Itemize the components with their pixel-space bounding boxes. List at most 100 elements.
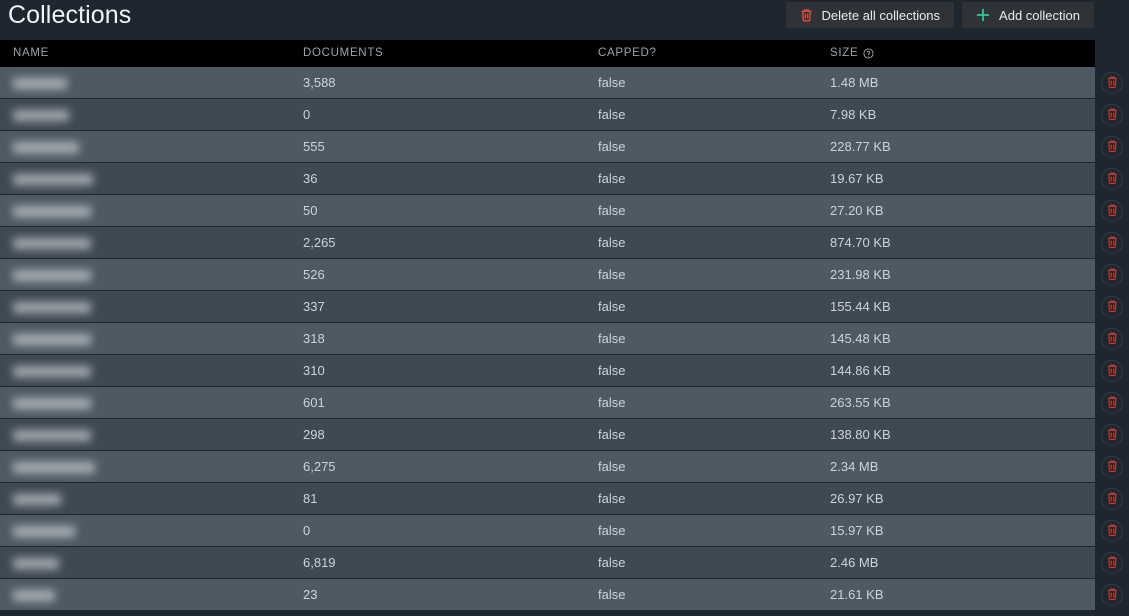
cell-documents: 298 [303, 427, 325, 442]
cell-name[interactable] [0, 419, 105, 450]
row-actions [1095, 323, 1129, 355]
delete-all-collections-button[interactable]: Delete all collections [785, 2, 955, 28]
delete-all-collections-label: Delete all collections [821, 7, 941, 23]
table-body: 3,588 false 1.48 MB 0 false 7.98 KB 555 false 22… [0, 67, 1129, 611]
table-row[interactable]: 6,819 false 2.46 MB [0, 547, 1123, 579]
cell-size: 26.97 KB [830, 491, 884, 506]
cell-documents: 318 [303, 331, 325, 346]
cell-name[interactable] [0, 579, 105, 610]
table-row[interactable]: 6,275 false 2.34 MB [0, 451, 1123, 483]
table-row[interactable]: 23 false 21.61 KB [0, 579, 1123, 611]
row-actions [1095, 195, 1129, 227]
delete-collection-button[interactable] [1101, 456, 1123, 478]
delete-collection-button[interactable] [1101, 424, 1123, 446]
add-collection-button[interactable]: Add collection [962, 2, 1094, 28]
trash-icon [1106, 427, 1119, 444]
row-actions [1095, 387, 1129, 419]
table-header-row: NAME DOCUMENTS CAPPED? SIZE [0, 40, 1095, 67]
cell-name[interactable] [0, 99, 105, 130]
column-header-size[interactable]: SIZE [830, 40, 874, 67]
cell-name[interactable] [0, 355, 105, 386]
table-row[interactable]: 0 false 15.97 KB [0, 515, 1123, 547]
table-row[interactable]: 310 false 144.86 KB [0, 355, 1123, 387]
delete-collection-button[interactable] [1101, 584, 1123, 606]
row-actions [1095, 547, 1129, 579]
cell-capped: false [598, 171, 626, 186]
cell-name[interactable] [0, 259, 105, 290]
cell-capped: false [598, 107, 626, 122]
cell-documents: 81 [303, 491, 318, 506]
cell-name[interactable] [0, 515, 105, 546]
cell-size: 155.44 KB [830, 299, 891, 314]
cell-name[interactable] [0, 227, 105, 258]
cell-name[interactable] [0, 131, 105, 162]
cell-name[interactable] [0, 387, 105, 418]
cell-size: 2.46 MB [830, 555, 879, 570]
row-actions [1095, 515, 1129, 547]
cell-name[interactable] [0, 67, 105, 98]
cell-name[interactable] [0, 291, 105, 322]
cell-capped: false [598, 299, 626, 314]
trash-icon [1106, 203, 1119, 220]
cell-name[interactable] [0, 547, 105, 578]
delete-collection-button[interactable] [1101, 328, 1123, 350]
delete-collection-button[interactable] [1101, 552, 1123, 574]
table-row[interactable]: 50 false 27.20 KB [0, 195, 1123, 227]
row-actions [1095, 291, 1129, 323]
table-row[interactable]: 0 false 7.98 KB [0, 99, 1123, 131]
trash-icon [1106, 523, 1119, 540]
cell-name[interactable] [0, 195, 105, 226]
delete-collection-button[interactable] [1101, 232, 1123, 254]
table-row[interactable]: 555 false 228.77 KB [0, 131, 1123, 163]
trash-icon [1106, 75, 1119, 92]
column-header-capped[interactable]: CAPPED? [598, 40, 657, 67]
cell-size: 145.48 KB [830, 331, 891, 346]
table-row[interactable]: 318 false 145.48 KB [0, 323, 1123, 355]
column-header-documents[interactable]: DOCUMENTS [303, 40, 383, 67]
delete-collection-button[interactable] [1101, 136, 1123, 158]
delete-collection-button[interactable] [1101, 360, 1123, 382]
delete-collection-button[interactable] [1101, 488, 1123, 510]
table-row[interactable]: 298 false 138.80 KB [0, 419, 1123, 451]
cell-capped: false [598, 139, 626, 154]
cell-capped: false [598, 587, 626, 602]
row-actions [1095, 419, 1129, 451]
delete-collection-button[interactable] [1101, 200, 1123, 222]
cell-documents: 310 [303, 363, 325, 378]
delete-collection-button[interactable] [1101, 520, 1123, 542]
row-actions [1095, 483, 1129, 515]
table-row[interactable]: 81 false 26.97 KB [0, 483, 1123, 515]
table-row[interactable]: 526 false 231.98 KB [0, 259, 1123, 291]
page-title: Collections [8, 1, 132, 29]
cell-name[interactable] [0, 323, 105, 354]
table-row[interactable]: 3,588 false 1.48 MB [0, 67, 1123, 99]
cell-capped: false [598, 331, 626, 346]
toolbar-actions: Delete all collections Add collection [785, 2, 1094, 28]
help-circle-icon[interactable] [863, 48, 874, 59]
cell-size: 19.67 KB [830, 171, 884, 186]
cell-documents: 601 [303, 395, 325, 410]
cell-capped: false [598, 427, 626, 442]
delete-collection-button[interactable] [1101, 264, 1123, 286]
cell-capped: false [598, 459, 626, 474]
column-header-name[interactable]: NAME [13, 40, 49, 67]
row-actions [1095, 259, 1129, 291]
cell-name[interactable] [0, 483, 105, 514]
collections-table: NAME DOCUMENTS CAPPED? SIZE 3,588 false 1.… [0, 40, 1129, 616]
table-row[interactable]: 36 false 19.67 KB [0, 163, 1123, 195]
table-row[interactable]: 337 false 155.44 KB [0, 291, 1123, 323]
delete-collection-button[interactable] [1101, 296, 1123, 318]
cell-capped: false [598, 203, 626, 218]
cell-name[interactable] [0, 451, 105, 482]
cell-documents: 23 [303, 587, 318, 602]
delete-collection-button[interactable] [1101, 72, 1123, 94]
delete-collection-button[interactable] [1101, 104, 1123, 126]
table-row[interactable]: 601 false 263.55 KB [0, 387, 1123, 419]
trash-icon [1106, 331, 1119, 348]
table-row[interactable]: 2,265 false 874.70 KB [0, 227, 1123, 259]
add-collection-label: Add collection [999, 7, 1080, 23]
delete-collection-button[interactable] [1101, 392, 1123, 414]
cell-name[interactable] [0, 163, 105, 194]
cell-size: 263.55 KB [830, 395, 891, 410]
delete-collection-button[interactable] [1101, 168, 1123, 190]
